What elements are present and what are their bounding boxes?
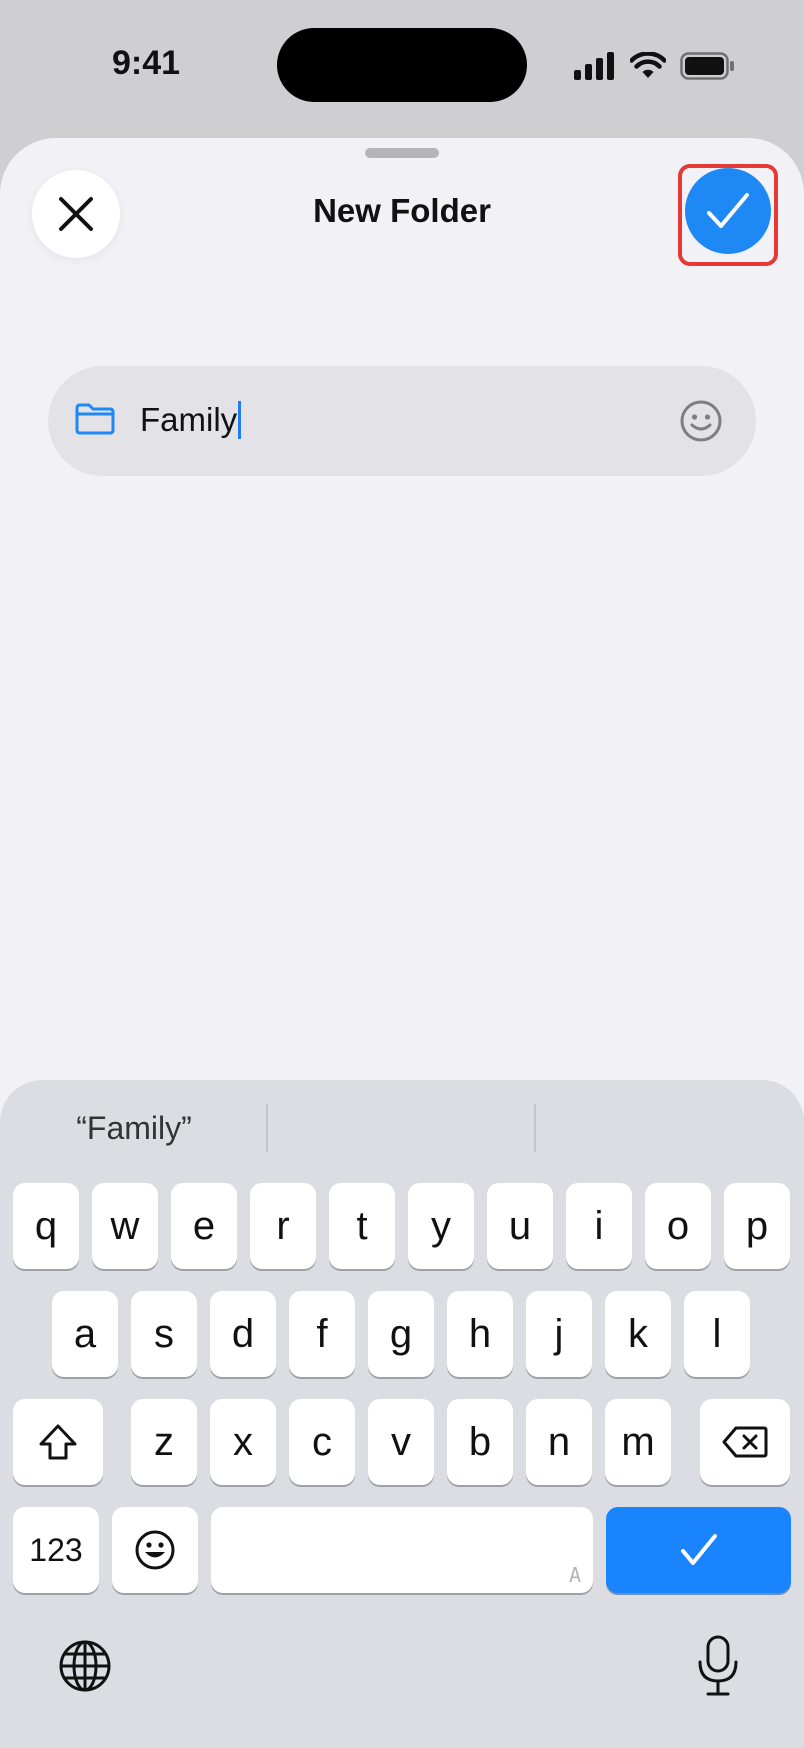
sheet-grabber[interactable] <box>365 148 439 158</box>
key-r[interactable]: r <box>250 1183 316 1269</box>
status-bar: 9:41 <box>0 0 804 130</box>
globe-icon[interactable] <box>57 1638 113 1694</box>
key-l[interactable]: l <box>684 1291 750 1377</box>
key-q[interactable]: q <box>13 1183 79 1269</box>
key-i[interactable]: i <box>566 1183 632 1269</box>
cellular-signal-icon <box>574 52 614 80</box>
key-u[interactable]: u <box>487 1183 553 1269</box>
key-w[interactable]: w <box>92 1183 158 1269</box>
suggestion-divider <box>534 1104 536 1152</box>
space-key-hint: A <box>568 1563 581 1587</box>
keyboard: “Family” q w e r t y u i o p a s d f g h… <box>0 1080 804 1748</box>
suggestion-1[interactable]: “Family” <box>0 1110 268 1147</box>
close-button[interactable] <box>32 170 120 258</box>
battery-icon <box>680 52 734 80</box>
key-p[interactable]: p <box>724 1183 790 1269</box>
space-key[interactable]: A <box>211 1507 593 1593</box>
close-icon <box>59 197 93 231</box>
done-button[interactable] <box>685 168 771 254</box>
emoji-key[interactable] <box>112 1507 198 1593</box>
key-o[interactable]: o <box>645 1183 711 1269</box>
emoji-icon[interactable] <box>678 398 724 444</box>
folder-icon <box>75 403 115 435</box>
checkmark-icon <box>707 193 749 228</box>
page-title: New Folder <box>313 192 491 229</box>
key-d[interactable]: d <box>210 1291 276 1377</box>
delete-icon <box>722 1426 768 1458</box>
delete-key[interactable] <box>700 1399 790 1485</box>
key-s[interactable]: s <box>131 1291 197 1377</box>
key-v[interactable]: v <box>368 1399 434 1485</box>
key-x[interactable]: x <box>210 1399 276 1485</box>
key-b[interactable]: b <box>447 1399 513 1485</box>
key-j[interactable]: j <box>526 1291 592 1377</box>
key-m[interactable]: m <box>605 1399 671 1485</box>
shift-icon <box>39 1424 77 1460</box>
status-time: 9:41 <box>112 44 181 82</box>
key-c[interactable]: c <box>289 1399 355 1485</box>
folder-name-input[interactable]: Family <box>140 401 242 439</box>
key-n[interactable]: n <box>526 1399 592 1485</box>
key-f[interactable]: f <box>289 1291 355 1377</box>
return-checkmark-icon <box>680 1534 717 1565</box>
key-z[interactable]: z <box>131 1399 197 1485</box>
folder-name-text: Family <box>140 401 238 438</box>
shift-key[interactable] <box>13 1399 103 1485</box>
key-e[interactable]: e <box>171 1183 237 1269</box>
emoji-key-icon <box>135 1530 175 1570</box>
key-g[interactable]: g <box>368 1291 434 1377</box>
key-k[interactable]: k <box>605 1291 671 1377</box>
key-a[interactable]: a <box>52 1291 118 1377</box>
status-icons <box>574 48 736 84</box>
key-h[interactable]: h <box>447 1291 513 1377</box>
key-t[interactable]: t <box>329 1183 395 1269</box>
suggestion-divider <box>266 1104 268 1152</box>
numbers-key[interactable]: 123 <box>13 1507 99 1593</box>
suggestion-bar: “Family” <box>0 1080 804 1176</box>
wifi-icon <box>630 52 666 78</box>
text-caret <box>238 401 242 439</box>
dynamic-island <box>277 28 527 102</box>
microphone-icon[interactable] <box>694 1634 742 1698</box>
key-y[interactable]: y <box>408 1183 474 1269</box>
folder-name-field[interactable]: Family <box>48 366 756 476</box>
return-key[interactable] <box>606 1507 791 1593</box>
